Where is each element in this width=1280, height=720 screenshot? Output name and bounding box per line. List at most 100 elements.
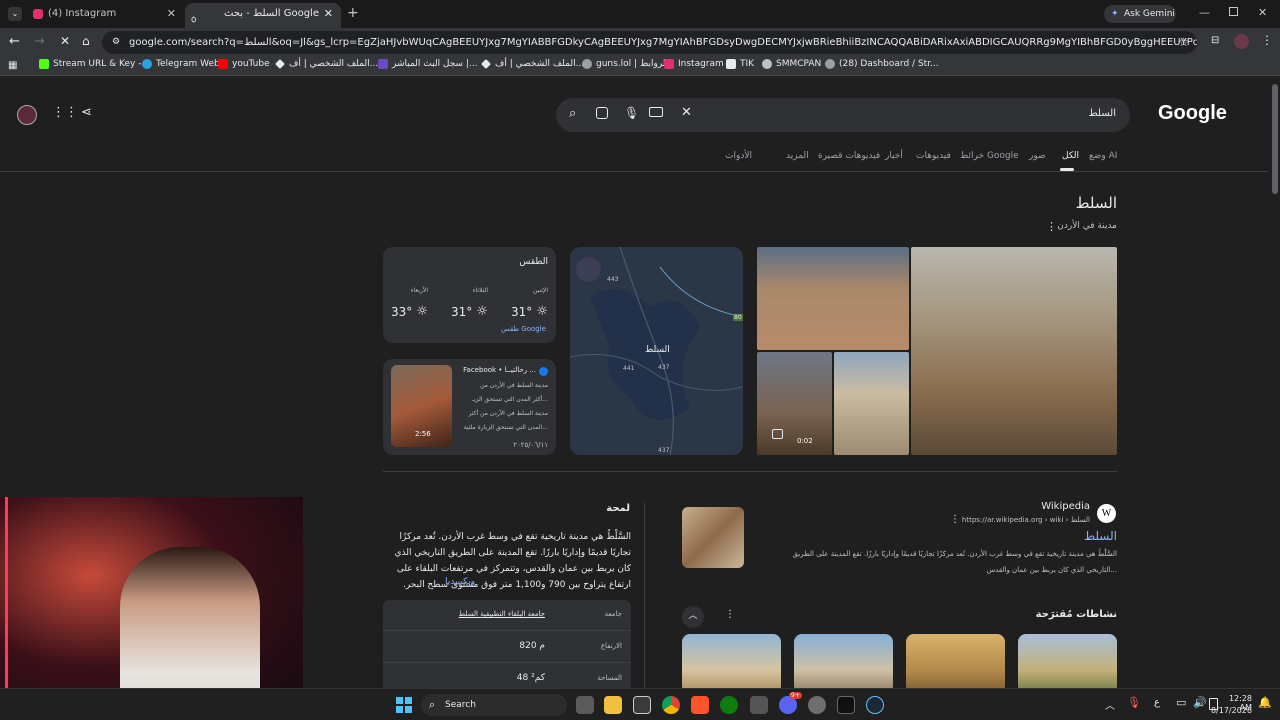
tab-instagram[interactable]: (4) Instagram ✕ xyxy=(26,3,184,28)
tab-videos[interactable]: فيديوهات xyxy=(916,151,951,161)
activity-card[interactable] xyxy=(906,634,1005,688)
site-info-icon[interactable]: ⚙ xyxy=(112,31,120,54)
tab-maps[interactable]: خرائط Google xyxy=(960,151,1019,161)
collapse-button[interactable]: ︿ xyxy=(682,606,704,628)
maximize-icon[interactable] xyxy=(1229,7,1238,16)
lens-icon[interactable] xyxy=(596,107,608,119)
back-icon[interactable]: ← xyxy=(9,34,20,49)
ask-gemini-button[interactable]: ✦ Ask Gemini xyxy=(1104,5,1176,23)
scrollbar-thumb[interactable] xyxy=(1272,84,1278,194)
language-indicator[interactable]: ع xyxy=(1154,697,1160,708)
keyboard-icon[interactable] xyxy=(649,107,663,117)
tab-images[interactable]: صور xyxy=(1029,151,1046,161)
chrome-icon[interactable] xyxy=(662,696,680,714)
video-duration: 0:02 xyxy=(797,437,813,445)
directions-button[interactable] xyxy=(576,257,601,282)
xbox-icon[interactable] xyxy=(720,696,738,714)
clock-date[interactable]: 8/17/2026 xyxy=(1210,706,1252,715)
close-icon[interactable]: ✕ xyxy=(167,3,176,25)
menu-icon[interactable]: ⋮ xyxy=(1261,33,1273,47)
video-text: المدن التي تستحق الزيارة ملئية... xyxy=(463,424,548,431)
mic-icon[interactable]: 🎙 xyxy=(1127,696,1141,709)
volume-icon[interactable]: 🔊 xyxy=(1193,696,1207,709)
more-options-icon[interactable]: ⋮ xyxy=(1046,220,1057,233)
city-image[interactable] xyxy=(834,352,909,455)
bookmark-item[interactable]: TIK xyxy=(726,59,754,69)
bookmark-item[interactable]: guns.lol | الروابط xyxy=(582,59,668,69)
share-icon[interactable]: ⋖ xyxy=(81,105,92,120)
network-icon[interactable]: ▭ xyxy=(1176,696,1186,709)
weather-card[interactable]: الطقس الإثنين الثلاثاء الأربعاء ☼ 31° ☼ … xyxy=(383,247,556,343)
close-icon[interactable]: ✕ xyxy=(324,3,333,25)
search-query-text[interactable]: السلط xyxy=(1088,108,1116,119)
fact-value[interactable]: جامعة البلقاء التطبيقية السلط xyxy=(459,610,545,618)
brave-icon[interactable] xyxy=(691,696,709,714)
new-tab-button[interactable]: + xyxy=(347,5,359,21)
google-apps-icon[interactable]: ⋮⋮ xyxy=(52,105,78,120)
search-icon[interactable]: ⌕ xyxy=(569,106,576,121)
bookmark-item[interactable]: (28) Dashboard / Str... xyxy=(825,59,939,69)
bookmark-item[interactable]: الملف الشخصي | أف... xyxy=(275,59,378,69)
tab-news[interactable]: أخبار xyxy=(885,151,903,161)
cast-icon[interactable]: ⊟ xyxy=(1211,35,1219,46)
notifications-bell-icon[interactable]: 🔔 xyxy=(1258,696,1272,709)
forward-icon[interactable]: → xyxy=(34,34,45,49)
tab-label: السلط - بحث Google xyxy=(223,8,319,19)
tab-all[interactable]: الكل xyxy=(1062,151,1079,161)
facebook-video-card[interactable]: 2:56 Facebook • رحالتيــا ... مدينة السل… xyxy=(383,359,556,455)
home-icon[interactable]: ⌂ xyxy=(82,34,90,48)
bookmark-item[interactable]: الملف الشخصي | أف... xyxy=(481,59,584,69)
fact-label: جامعة xyxy=(604,610,622,618)
city-video[interactable]: 0:02 xyxy=(757,352,832,455)
wiki-result-title[interactable]: السلط xyxy=(1084,529,1117,543)
city-image[interactable] xyxy=(757,247,909,350)
activity-card[interactable] xyxy=(1018,634,1117,688)
activity-card[interactable] xyxy=(682,634,781,688)
bookmark-item[interactable]: Stream URL & Key -... xyxy=(39,59,150,69)
task-view-icon[interactable] xyxy=(576,696,594,714)
tab-google-search[interactable]: ꟁ السلط - بحث Google ✕ xyxy=(185,3,341,28)
search-box[interactable]: ⌕ 🎙 ✕ السلط xyxy=(556,98,1130,132)
tray-expand-icon[interactable]: ︿ xyxy=(1105,697,1115,712)
bookmark-item[interactable]: youTube xyxy=(218,59,270,69)
steam-icon[interactable] xyxy=(866,696,884,714)
wiki-thumbnail[interactable] xyxy=(682,507,744,568)
twitch-icon xyxy=(825,59,835,69)
file-explorer-icon[interactable] xyxy=(604,696,622,714)
profile-avatar[interactable] xyxy=(17,105,37,125)
close-window-icon[interactable]: ✕ xyxy=(1258,6,1267,19)
obs-icon[interactable] xyxy=(808,696,826,714)
taskbar-search[interactable]: ⌕ Search xyxy=(421,694,567,716)
city-image[interactable] xyxy=(911,247,1117,455)
activity-card[interactable] xyxy=(794,634,893,688)
wikipedia-link[interactable]: ويكيبيديا xyxy=(445,577,475,587)
store-icon[interactable] xyxy=(633,696,651,714)
profile-avatar[interactable] xyxy=(1234,34,1249,49)
fact-label: الارتفاع xyxy=(600,642,622,650)
bookmark-item[interactable]: SMMCPAN xyxy=(762,59,821,69)
minimize-icon[interactable]: — xyxy=(1199,6,1210,19)
bookmark-item[interactable]: سجل البث المباشر |... xyxy=(378,59,478,69)
weather-source[interactable]: طقس Google xyxy=(501,325,546,333)
clear-icon[interactable]: ✕ xyxy=(681,105,692,120)
tab-short-videos[interactable]: فيديوهات قصيرة xyxy=(818,151,880,161)
google-logo[interactable]: Google xyxy=(1158,102,1227,125)
tab-tools[interactable]: الأدوات xyxy=(725,151,752,161)
tab-more[interactable]: المزيد xyxy=(786,151,809,161)
capcut-icon[interactable] xyxy=(837,696,855,714)
address-bar[interactable]: ⚙ google.com/search?q=السلط&oq=Jl&gs_lcr… xyxy=(102,31,1197,54)
map-card[interactable]: 443 السلط 441 437 437 80 xyxy=(570,247,743,455)
mic-icon[interactable]: 🎙 xyxy=(624,106,639,120)
more-options-icon[interactable]: ⋮ xyxy=(725,609,735,620)
app-icon[interactable] xyxy=(750,696,768,714)
taskbar: ⌕ Search 9+ ︿ 🎙 ع ▭ 🔊 12:28 AM 8/17/2026… xyxy=(0,688,1280,720)
more-options-icon[interactable]: ⋮ xyxy=(950,514,960,525)
windows-start-icon[interactable] xyxy=(396,697,412,713)
stop-loading-icon[interactable]: ✕ xyxy=(60,34,70,48)
tab-search-icon[interactable]: ⌄ xyxy=(8,7,22,21)
tab-ai-mode[interactable]: وضع AI xyxy=(1089,151,1117,161)
bookmark-star-icon[interactable]: ☆ xyxy=(1178,31,1189,54)
bookmark-item[interactable]: Telegram Web xyxy=(142,59,220,69)
apps-grid-icon[interactable]: ▦ xyxy=(8,60,17,71)
bookmark-item[interactable]: Instagram xyxy=(664,59,724,69)
